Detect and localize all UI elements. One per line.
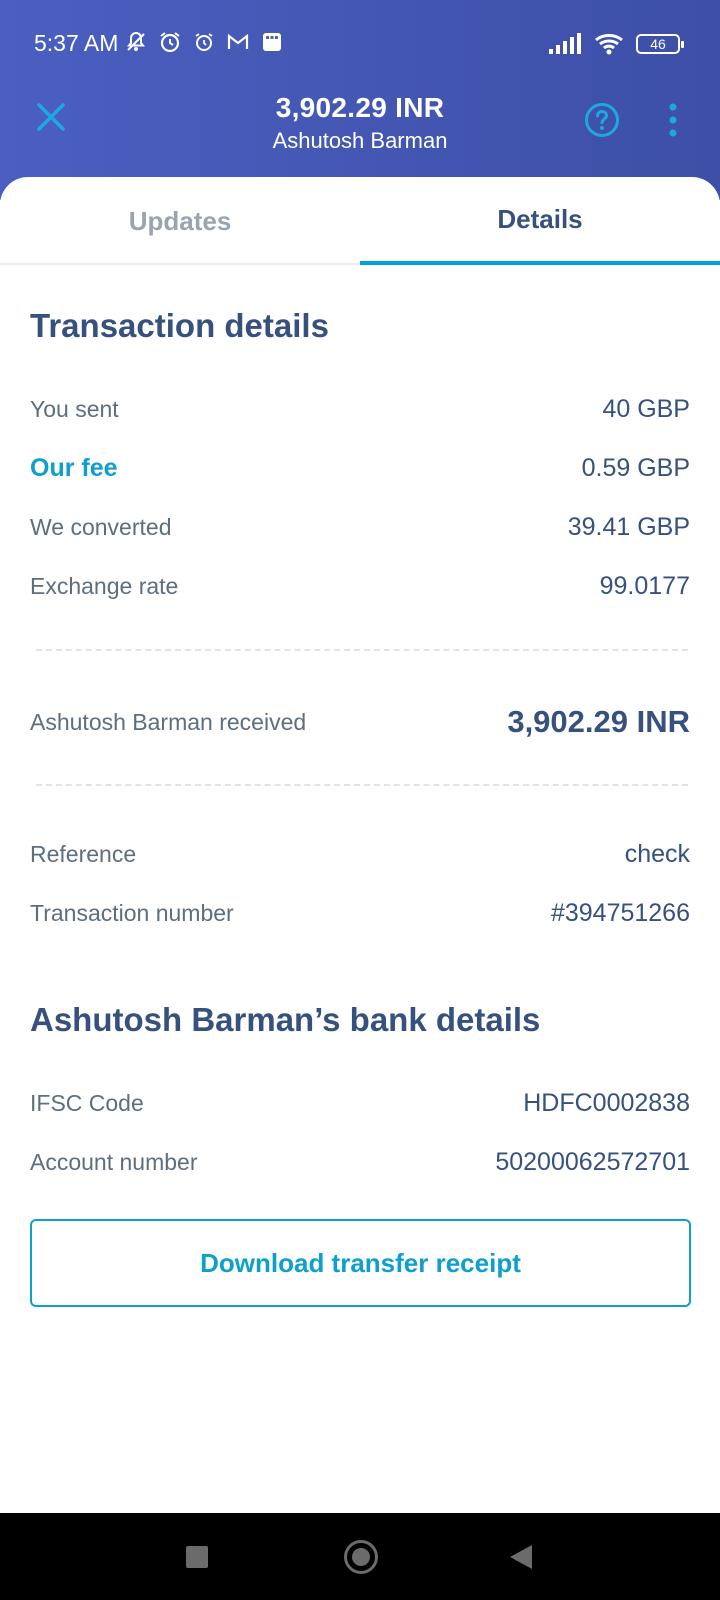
account-number-value: 50200062572701 [495, 1147, 690, 1176]
row-ifsc: IFSC Code HDFC0002838 [30, 1083, 690, 1123]
ifsc-value: HDFC0002838 [523, 1088, 690, 1117]
more-vertical-icon[interactable] [666, 102, 680, 138]
transaction-number-label: Transaction number [30, 899, 234, 926]
signal-icon [549, 33, 581, 54]
alarm-icon [160, 32, 180, 53]
our-fee-value: 0.59 GBP [581, 453, 690, 482]
app-icon [263, 33, 281, 51]
row-received: Ashutosh Barman received 3,902.29 INR [30, 702, 690, 742]
transaction-number-value: #394751266 [550, 898, 690, 927]
header-amount: 3,902.29 INR [275, 92, 445, 123]
exchange-rate-value: 99.0177 [599, 571, 690, 600]
status-bar: 5:37 AM 46 [0, 0, 720, 90]
wifi-icon [595, 34, 623, 55]
tab-bar: Updates Details [0, 177, 720, 265]
reference-value: check [624, 839, 690, 868]
tab-details[interactable]: Details [360, 177, 720, 265]
ifsc-label: IFSC Code [30, 1089, 144, 1116]
back-icon[interactable] [510, 1545, 532, 1569]
divider [36, 649, 688, 651]
you-sent-value: 40 GBP [602, 394, 690, 423]
row-exchange-rate: Exchange rate 99.0177 [30, 566, 690, 606]
muted-notifications-icon [126, 31, 146, 51]
our-fee-link[interactable]: Our fee [30, 454, 118, 483]
row-we-converted: We converted 39.41 GBP [30, 507, 690, 547]
row-you-sent: You sent 40 GBP [30, 389, 690, 429]
help-icon[interactable] [584, 102, 620, 138]
row-our-fee: Our fee 0.59 GBP [30, 448, 690, 488]
row-reference: Reference check [30, 834, 690, 874]
bank-details-title: Ashutosh Barman’s bank details [30, 1001, 541, 1038]
home-icon[interactable] [344, 1540, 378, 1574]
row-account-number: Account number 50200062572701 [30, 1142, 690, 1182]
battery-icon: 46 [636, 34, 684, 54]
received-label: Ashutosh Barman received [30, 708, 307, 735]
header-recipient: Ashutosh Barman [272, 128, 448, 153]
you-sent-label: You sent [30, 395, 119, 422]
divider [36, 784, 688, 786]
account-number-label: Account number [30, 1148, 198, 1175]
details-sheet: Updates Details Transaction details You … [0, 177, 720, 1513]
download-receipt-button[interactable]: Download transfer receipt [30, 1219, 691, 1307]
we-converted-label: We converted [30, 513, 172, 540]
clock-icon [195, 33, 213, 51]
notification-icons [124, 30, 284, 54]
recent-apps-icon[interactable] [186, 1546, 208, 1568]
status-time: 5:37 AM [34, 30, 119, 56]
we-converted-value: 39.41 GBP [567, 512, 690, 541]
header-title: 3,902.29 INR Ashutosh Barman [160, 92, 560, 154]
transaction-details-title: Transaction details [30, 307, 329, 344]
close-icon[interactable] [34, 100, 68, 134]
received-value: 3,902.29 INR [507, 704, 690, 739]
tab-updates[interactable]: Updates [0, 177, 360, 265]
row-transaction-number: Transaction number #394751266 [30, 893, 690, 933]
system-icons: 46 [548, 32, 684, 56]
gmail-icon [227, 33, 249, 49]
reference-label: Reference [30, 840, 137, 867]
exchange-rate-label: Exchange rate [30, 572, 179, 599]
